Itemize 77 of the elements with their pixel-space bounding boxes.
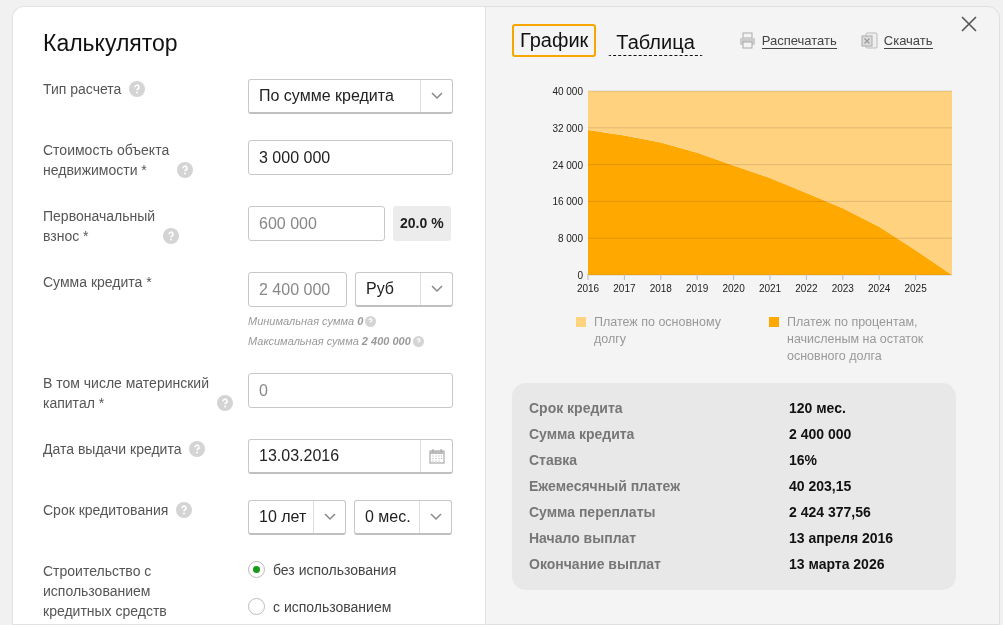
summary-label: Ставка bbox=[529, 452, 579, 468]
legend-label: Платеж по процентам, начисленым на остаток основного долга bbox=[787, 314, 925, 365]
radio-button[interactable] bbox=[248, 561, 265, 578]
x-tick-label: 2024 bbox=[868, 283, 891, 294]
y-tick-label: 40 000 bbox=[552, 86, 583, 97]
caret-icon bbox=[430, 285, 443, 293]
view-tab[interactable]: Таблица bbox=[608, 25, 703, 56]
x-tick-label: 2019 bbox=[686, 283, 709, 294]
help-icon[interactable] bbox=[163, 228, 180, 244]
view-tab[interactable]: График bbox=[512, 24, 597, 57]
x-tick-label: 2022 bbox=[795, 283, 818, 294]
summary-label: Сумма переплаты bbox=[529, 504, 657, 520]
y-tick-label: 32 000 bbox=[552, 122, 583, 134]
x-tick-label: 2021 bbox=[758, 283, 782, 294]
summary-value: 16% bbox=[789, 452, 818, 468]
y-tick-label: 16 000 bbox=[552, 196, 583, 208]
input-field[interactable]: 0 bbox=[248, 373, 453, 408]
printer-icon[interactable] bbox=[738, 32, 756, 49]
hint-text: Максимальная сумма 2 400 000 bbox=[248, 335, 411, 347]
y-tick-label: 24 000 bbox=[552, 159, 583, 171]
summary-value: 2 400 000 bbox=[789, 426, 852, 442]
summary-label: Ежемесячный платеж bbox=[529, 478, 682, 494]
help-icon[interactable] bbox=[217, 395, 233, 411]
legend-label: Платеж по основному долгу bbox=[594, 314, 722, 348]
radio-label[interactable]: с использованием bbox=[273, 598, 392, 615]
input-field[interactable]: 2 400 000 bbox=[248, 272, 347, 307]
input-field[interactable]: 600 000 bbox=[248, 206, 385, 241]
caret-icon bbox=[430, 92, 443, 100]
calc-type-select[interactable]: По сумме кредита bbox=[248, 79, 453, 114]
y-tick-label: 8 000 bbox=[557, 233, 583, 245]
hint-text: Минимальная сумма 0 bbox=[248, 315, 364, 327]
help-icon[interactable] bbox=[365, 315, 377, 327]
caret-icon bbox=[323, 513, 336, 521]
field-label: Тип расчета bbox=[43, 80, 122, 99]
caret-icon bbox=[429, 513, 442, 521]
x-tick-label: 2025 bbox=[904, 283, 927, 294]
years-select[interactable]: 10 лет bbox=[248, 500, 346, 535]
field-label: Срок кредитования bbox=[43, 501, 169, 520]
x-tick-label: 2016 bbox=[576, 283, 600, 294]
summary-value: 40 203,15 bbox=[789, 478, 852, 494]
summary-value: 120 мес. bbox=[789, 400, 846, 416]
help-icon[interactable] bbox=[177, 162, 194, 178]
help-icon[interactable] bbox=[189, 441, 206, 457]
currency-select[interactable]: Руб bbox=[355, 272, 453, 307]
months-select[interactable]: 0 мес. bbox=[354, 500, 452, 535]
calculator-title: Калькулятор bbox=[43, 29, 179, 57]
field-label: Строительство с использованием кредитных средств bbox=[43, 562, 167, 621]
summary-label: Начало выплат bbox=[529, 530, 638, 546]
x-tick-label: 2020 bbox=[722, 283, 745, 294]
action-link[interactable]: Скачать bbox=[883, 32, 933, 49]
action-link[interactable]: Распечатать bbox=[761, 32, 837, 49]
calendar-icon[interactable] bbox=[428, 448, 445, 464]
summary-label: Срок кредита bbox=[529, 400, 624, 416]
summary-value: 13 марта 2026 bbox=[789, 556, 885, 572]
field-label: Первоначальный взнос * bbox=[43, 207, 156, 246]
summary-value: 13 апреля 2016 bbox=[789, 530, 894, 546]
help-icon[interactable] bbox=[129, 81, 146, 97]
help-icon[interactable] bbox=[412, 335, 424, 347]
percent-badge: 20.0 % bbox=[393, 206, 451, 241]
field-label: В том числе материнский капитал * bbox=[43, 374, 209, 413]
summary-label: Окончание выплат bbox=[529, 556, 662, 572]
radio-button[interactable] bbox=[248, 598, 265, 615]
help-icon[interactable] bbox=[176, 502, 193, 518]
y-tick-label: 0 bbox=[577, 270, 583, 281]
date-field[interactable]: 13.03.2016 bbox=[248, 439, 453, 474]
input-field[interactable]: 3 000 000 bbox=[248, 140, 453, 175]
summary-label: Сумма кредита bbox=[529, 426, 636, 442]
close-icon[interactable] bbox=[961, 16, 977, 32]
radio-label[interactable]: без использования bbox=[273, 561, 397, 578]
field-label: Сумма кредита * bbox=[43, 273, 152, 292]
x-tick-label: 2023 bbox=[831, 283, 854, 294]
x-tick-label: 2017 bbox=[613, 283, 636, 294]
x-tick-label: 2018 bbox=[649, 283, 672, 294]
summary-value: 2 424 377,56 bbox=[789, 504, 871, 520]
spreadsheet-icon[interactable] bbox=[860, 32, 878, 49]
field-label: Дата выдачи кредита bbox=[43, 440, 182, 459]
field-label: Стоимость объекта недвижимости * bbox=[43, 141, 170, 180]
